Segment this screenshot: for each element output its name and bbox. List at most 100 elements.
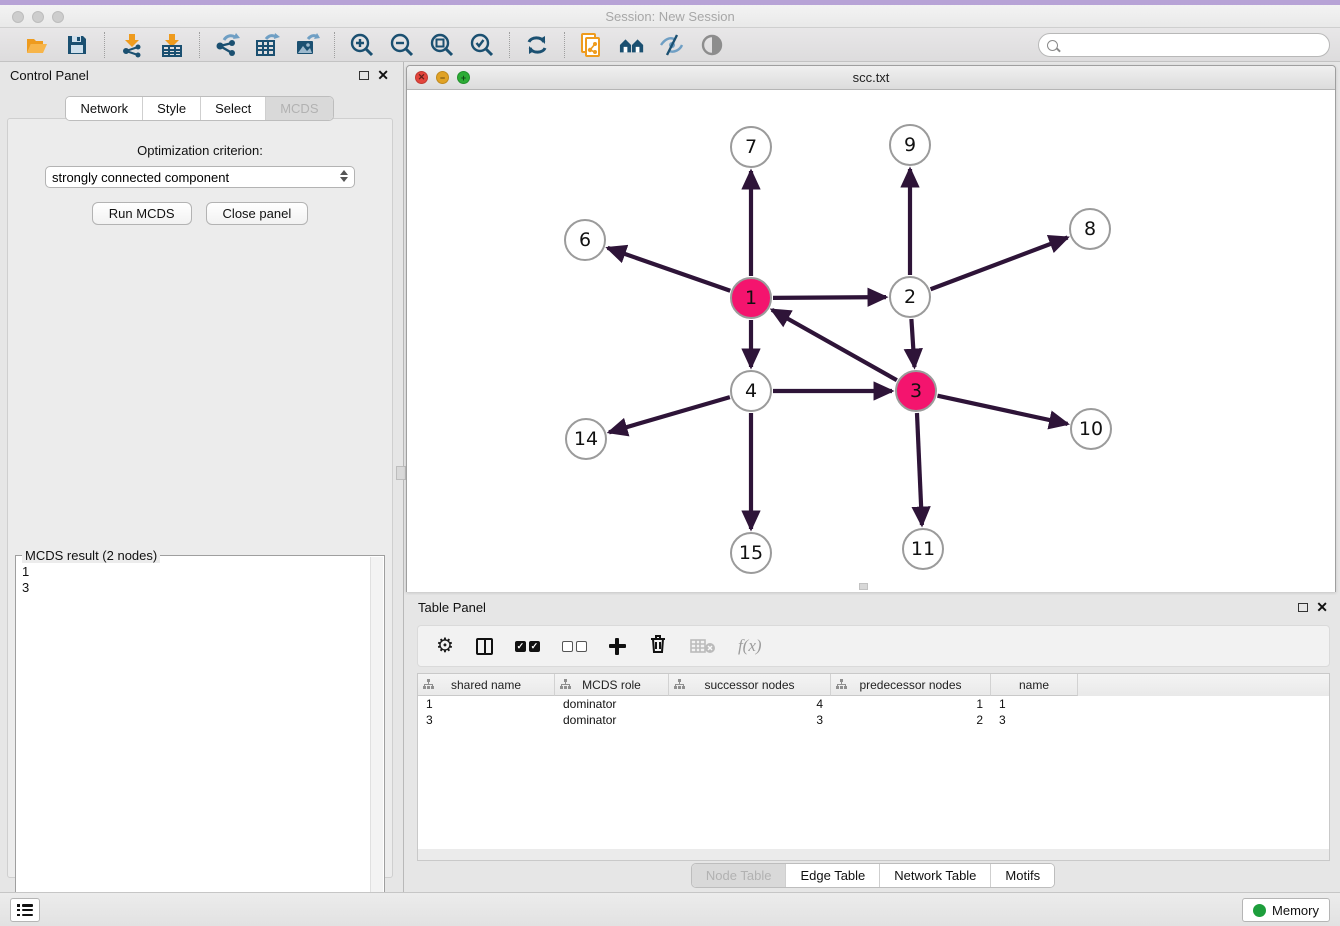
edge-1-2[interactable]: [773, 297, 886, 298]
graph-node-3[interactable]: 3: [895, 370, 937, 412]
select-all-icon[interactable]: ✓✓: [515, 641, 540, 652]
table-options-icon[interactable]: ⚙: [436, 636, 454, 656]
float-table-panel-icon[interactable]: [1298, 603, 1308, 612]
clone-network-icon[interactable]: [579, 32, 605, 58]
cell-name[interactable]: 1: [991, 696, 1078, 712]
close-panel-button[interactable]: Close panel: [206, 202, 309, 225]
main-toolbar: [0, 28, 1340, 62]
import-network-icon[interactable]: [119, 32, 145, 58]
zoom-out-icon[interactable]: [389, 32, 415, 58]
result-scrollbar[interactable]: [370, 557, 383, 926]
mcds-result-legend: MCDS result (2 nodes): [22, 548, 160, 563]
memory-button[interactable]: Memory: [1242, 898, 1330, 922]
graph-node-15[interactable]: 15: [730, 532, 772, 574]
export-image-icon[interactable]: [294, 32, 320, 58]
column-header-predecessor-nodes[interactable]: predecessor nodes: [831, 674, 991, 696]
edge-4-14[interactable]: [609, 397, 730, 432]
graph-node-11[interactable]: 11: [902, 528, 944, 570]
cell-shared-name[interactable]: 3: [418, 712, 555, 728]
show-columns-icon[interactable]: [476, 638, 493, 655]
export-table-icon[interactable]: [254, 32, 280, 58]
deselect-all-icon[interactable]: [562, 641, 587, 652]
zoom-in-icon[interactable]: [349, 32, 375, 58]
tab-mcds[interactable]: MCDS: [266, 97, 332, 120]
column-header-MCDS-role[interactable]: MCDS role: [555, 674, 669, 696]
network-canvas[interactable]: 1 2 3 4 6 7 8 9 10 11 14 15: [407, 90, 1335, 592]
zoom-selected-icon[interactable]: [469, 32, 495, 58]
table-hscrollbar[interactable]: [417, 849, 1330, 861]
graph-node-7[interactable]: 7: [730, 126, 772, 168]
column-header-shared-name[interactable]: shared name: [418, 674, 555, 696]
cell-shared-name[interactable]: 1: [418, 696, 555, 712]
save-session-icon[interactable]: [64, 32, 90, 58]
graph-node-14[interactable]: 14: [565, 418, 607, 460]
import-table-icon[interactable]: [159, 32, 185, 58]
cell-predecessor-nodes[interactable]: 1: [831, 696, 991, 712]
column-header-successor-nodes[interactable]: successor nodes: [669, 674, 831, 696]
canvas-resize-handle[interactable]: [859, 583, 868, 590]
close-view-icon[interactable]: ✕: [415, 71, 428, 84]
delete-column-icon[interactable]: [648, 633, 668, 660]
run-mcds-button[interactable]: Run MCDS: [92, 202, 192, 225]
table-row-2[interactable]: 3dominator323: [418, 712, 1329, 728]
edge-3-11[interactable]: [917, 413, 922, 525]
show-graphics-details-icon[interactable]: [699, 32, 725, 58]
table-panel-title: Table Panel: [418, 600, 486, 615]
apply-layout-icon[interactable]: [524, 32, 550, 58]
graph-node-6[interactable]: 6: [564, 219, 606, 261]
cell-name[interactable]: 3: [991, 712, 1078, 728]
graph-node-9[interactable]: 9: [889, 124, 931, 166]
graph-node-10[interactable]: 10: [1070, 408, 1112, 450]
function-builder-icon: f(x): [738, 636, 762, 656]
cell-MCDS-role[interactable]: dominator: [555, 696, 669, 712]
column-header-name[interactable]: name: [991, 674, 1078, 696]
tab-network-table[interactable]: Network Table: [880, 864, 991, 887]
open-session-icon[interactable]: [24, 32, 50, 58]
task-history-button[interactable]: [10, 898, 40, 922]
mcds-tab-content: Optimization criterion: strongly connect…: [7, 118, 393, 878]
optimization-criterion-select[interactable]: strongly connected component: [45, 166, 355, 188]
graph-node-4[interactable]: 4: [730, 370, 772, 412]
tab-network[interactable]: Network: [66, 97, 143, 120]
edge-2-3[interactable]: [911, 319, 914, 367]
cell-predecessor-nodes[interactable]: 2: [831, 712, 991, 728]
search-icon: [1047, 40, 1058, 51]
cell-MCDS-role[interactable]: dominator: [555, 712, 669, 728]
hide-selected-icon[interactable]: [659, 32, 685, 58]
memory-status-icon: [1253, 904, 1266, 917]
edge-3-10[interactable]: [937, 396, 1067, 424]
table-panel: Table Panel ✕ ⚙ ✓✓ f(x) shared nameMCDS …: [406, 595, 1340, 890]
maximize-view-icon[interactable]: +: [457, 71, 470, 84]
graph-node-1[interactable]: 1: [730, 277, 772, 319]
zoom-fit-icon[interactable]: [429, 32, 455, 58]
minimize-view-icon[interactable]: −: [436, 71, 449, 84]
mcds-result-text[interactable]: 1 3: [22, 564, 370, 926]
cell-successor-nodes[interactable]: 3: [669, 712, 831, 728]
search-field[interactable]: [1038, 33, 1330, 57]
float-panel-icon[interactable]: [359, 71, 369, 80]
close-panel-icon[interactable]: ✕: [377, 68, 389, 82]
delete-table-icon: [690, 638, 716, 654]
edge-3-1[interactable]: [772, 310, 897, 380]
close-table-panel-icon[interactable]: ✕: [1316, 600, 1328, 614]
edge-1-6[interactable]: [608, 248, 731, 291]
cell-successor-nodes[interactable]: 4: [669, 696, 831, 712]
add-column-icon[interactable]: [609, 638, 626, 655]
panel-divider-handle[interactable]: [396, 466, 406, 480]
optimization-criterion-value: strongly connected component: [52, 170, 229, 185]
edge-2-8[interactable]: [931, 237, 1068, 289]
table-row-1[interactable]: 1dominator411: [418, 696, 1329, 712]
tab-motifs[interactable]: Motifs: [991, 864, 1054, 887]
graph-node-2[interactable]: 2: [889, 276, 931, 318]
tab-select[interactable]: Select: [201, 97, 266, 120]
tab-node-table[interactable]: Node Table: [692, 864, 787, 887]
search-input[interactable]: [1058, 34, 1329, 56]
node-table: shared nameMCDS rolesuccessor nodesprede…: [417, 673, 1330, 849]
control-panel: Control Panel ✕ NetworkStyleSelectMCDS O…: [0, 62, 399, 892]
network-window-titlebar[interactable]: ✕ − + scc.txt: [407, 66, 1335, 90]
show-all-networks-icon[interactable]: [619, 32, 645, 58]
graph-node-8[interactable]: 8: [1069, 208, 1111, 250]
export-network-icon[interactable]: [214, 32, 240, 58]
tab-style[interactable]: Style: [143, 97, 201, 120]
tab-edge-table[interactable]: Edge Table: [786, 864, 880, 887]
